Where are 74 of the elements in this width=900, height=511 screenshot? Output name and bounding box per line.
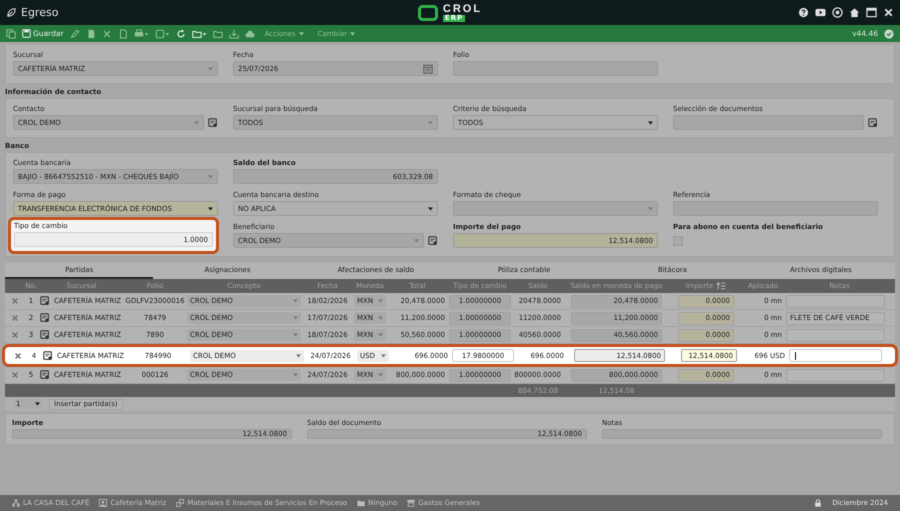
lookup-icon[interactable]: [40, 313, 50, 323]
home-icon[interactable]: [849, 7, 860, 18]
caret-icon: [378, 373, 383, 377]
refresh-icon[interactable]: [176, 28, 186, 38]
pencil-icon[interactable]: [70, 28, 80, 38]
checkbox[interactable]: [673, 236, 683, 246]
caret-icon: [293, 316, 298, 320]
lookup-icon[interactable]: [43, 350, 53, 360]
caret-icon: [648, 120, 653, 124]
folder-icon: [357, 499, 366, 507]
caret-icon: [414, 238, 419, 242]
caret-icon: [381, 354, 386, 358]
delete-icon[interactable]: [10, 371, 18, 379]
input-field[interactable]: [789, 349, 882, 362]
window-title: Egreso: [21, 6, 58, 19]
cloud-icon[interactable]: [244, 28, 255, 38]
save-icon: [22, 29, 31, 38]
leaf-icon: [6, 7, 17, 18]
portrait-icon: [99, 499, 108, 507]
delete-icon[interactable]: [10, 297, 18, 305]
caret-icon: [378, 316, 383, 320]
input-field[interactable]: [786, 294, 885, 308]
caret-icon: [293, 299, 298, 303]
caret-icon: [293, 373, 298, 377]
download-icon[interactable]: [228, 28, 239, 38]
lookup-icon[interactable]: [208, 118, 218, 128]
caret-icon: [194, 120, 199, 124]
calendar-icon[interactable]: [423, 64, 433, 74]
play-icon[interactable]: [815, 7, 826, 18]
delete-icon[interactable]: [102, 28, 112, 38]
input-field[interactable]: [602, 429, 882, 439]
close-icon[interactable]: [883, 7, 894, 18]
caret-icon: [296, 354, 301, 358]
boxes-icon: [176, 499, 184, 507]
lookup-icon[interactable]: [40, 370, 50, 380]
caret-icon: [428, 120, 433, 124]
caret-icon: [208, 66, 213, 70]
window-icon[interactable]: [866, 7, 878, 18]
caret-icon: [298, 32, 304, 36]
logo-text: CROL: [442, 4, 482, 14]
caret-icon: [208, 206, 213, 210]
caret-icon: [35, 402, 40, 406]
delete-icon[interactable]: [14, 352, 22, 360]
document-icon[interactable]: [86, 28, 96, 38]
lookup-icon[interactable]: [40, 296, 50, 306]
printer-icon[interactable]: [134, 28, 149, 38]
folder-icon[interactable]: [212, 28, 223, 38]
lookup-icon[interactable]: [868, 118, 878, 128]
input-field[interactable]: [453, 61, 658, 76]
delete-icon[interactable]: [10, 331, 18, 339]
hierarchy-icon: [12, 499, 20, 507]
register-icon: [407, 499, 416, 507]
check-icon: [884, 28, 894, 38]
caret-icon: [378, 333, 383, 337]
sort-icon[interactable]: [716, 282, 726, 290]
caret-icon: [293, 333, 298, 337]
caret-icon: [648, 206, 653, 210]
caret-icon: [428, 206, 433, 210]
lock-icon: [814, 499, 822, 507]
input-field[interactable]: [673, 201, 878, 216]
delete-icon[interactable]: [10, 314, 18, 322]
caret-icon: [378, 299, 383, 303]
document-icon[interactable]: [118, 28, 128, 38]
input-field[interactable]: [786, 368, 885, 382]
copy-icon[interactable]: [6, 28, 16, 38]
lookup-icon[interactable]: [40, 330, 50, 340]
folder-icon[interactable]: [192, 28, 207, 38]
select-field[interactable]: [453, 201, 658, 216]
help-icon[interactable]: [798, 7, 810, 18]
lookup-icon[interactable]: [428, 236, 438, 246]
logo-icon: [418, 4, 438, 20]
input-field[interactable]: [673, 115, 864, 130]
caret-icon: [350, 32, 356, 36]
caret-icon: [208, 174, 213, 178]
